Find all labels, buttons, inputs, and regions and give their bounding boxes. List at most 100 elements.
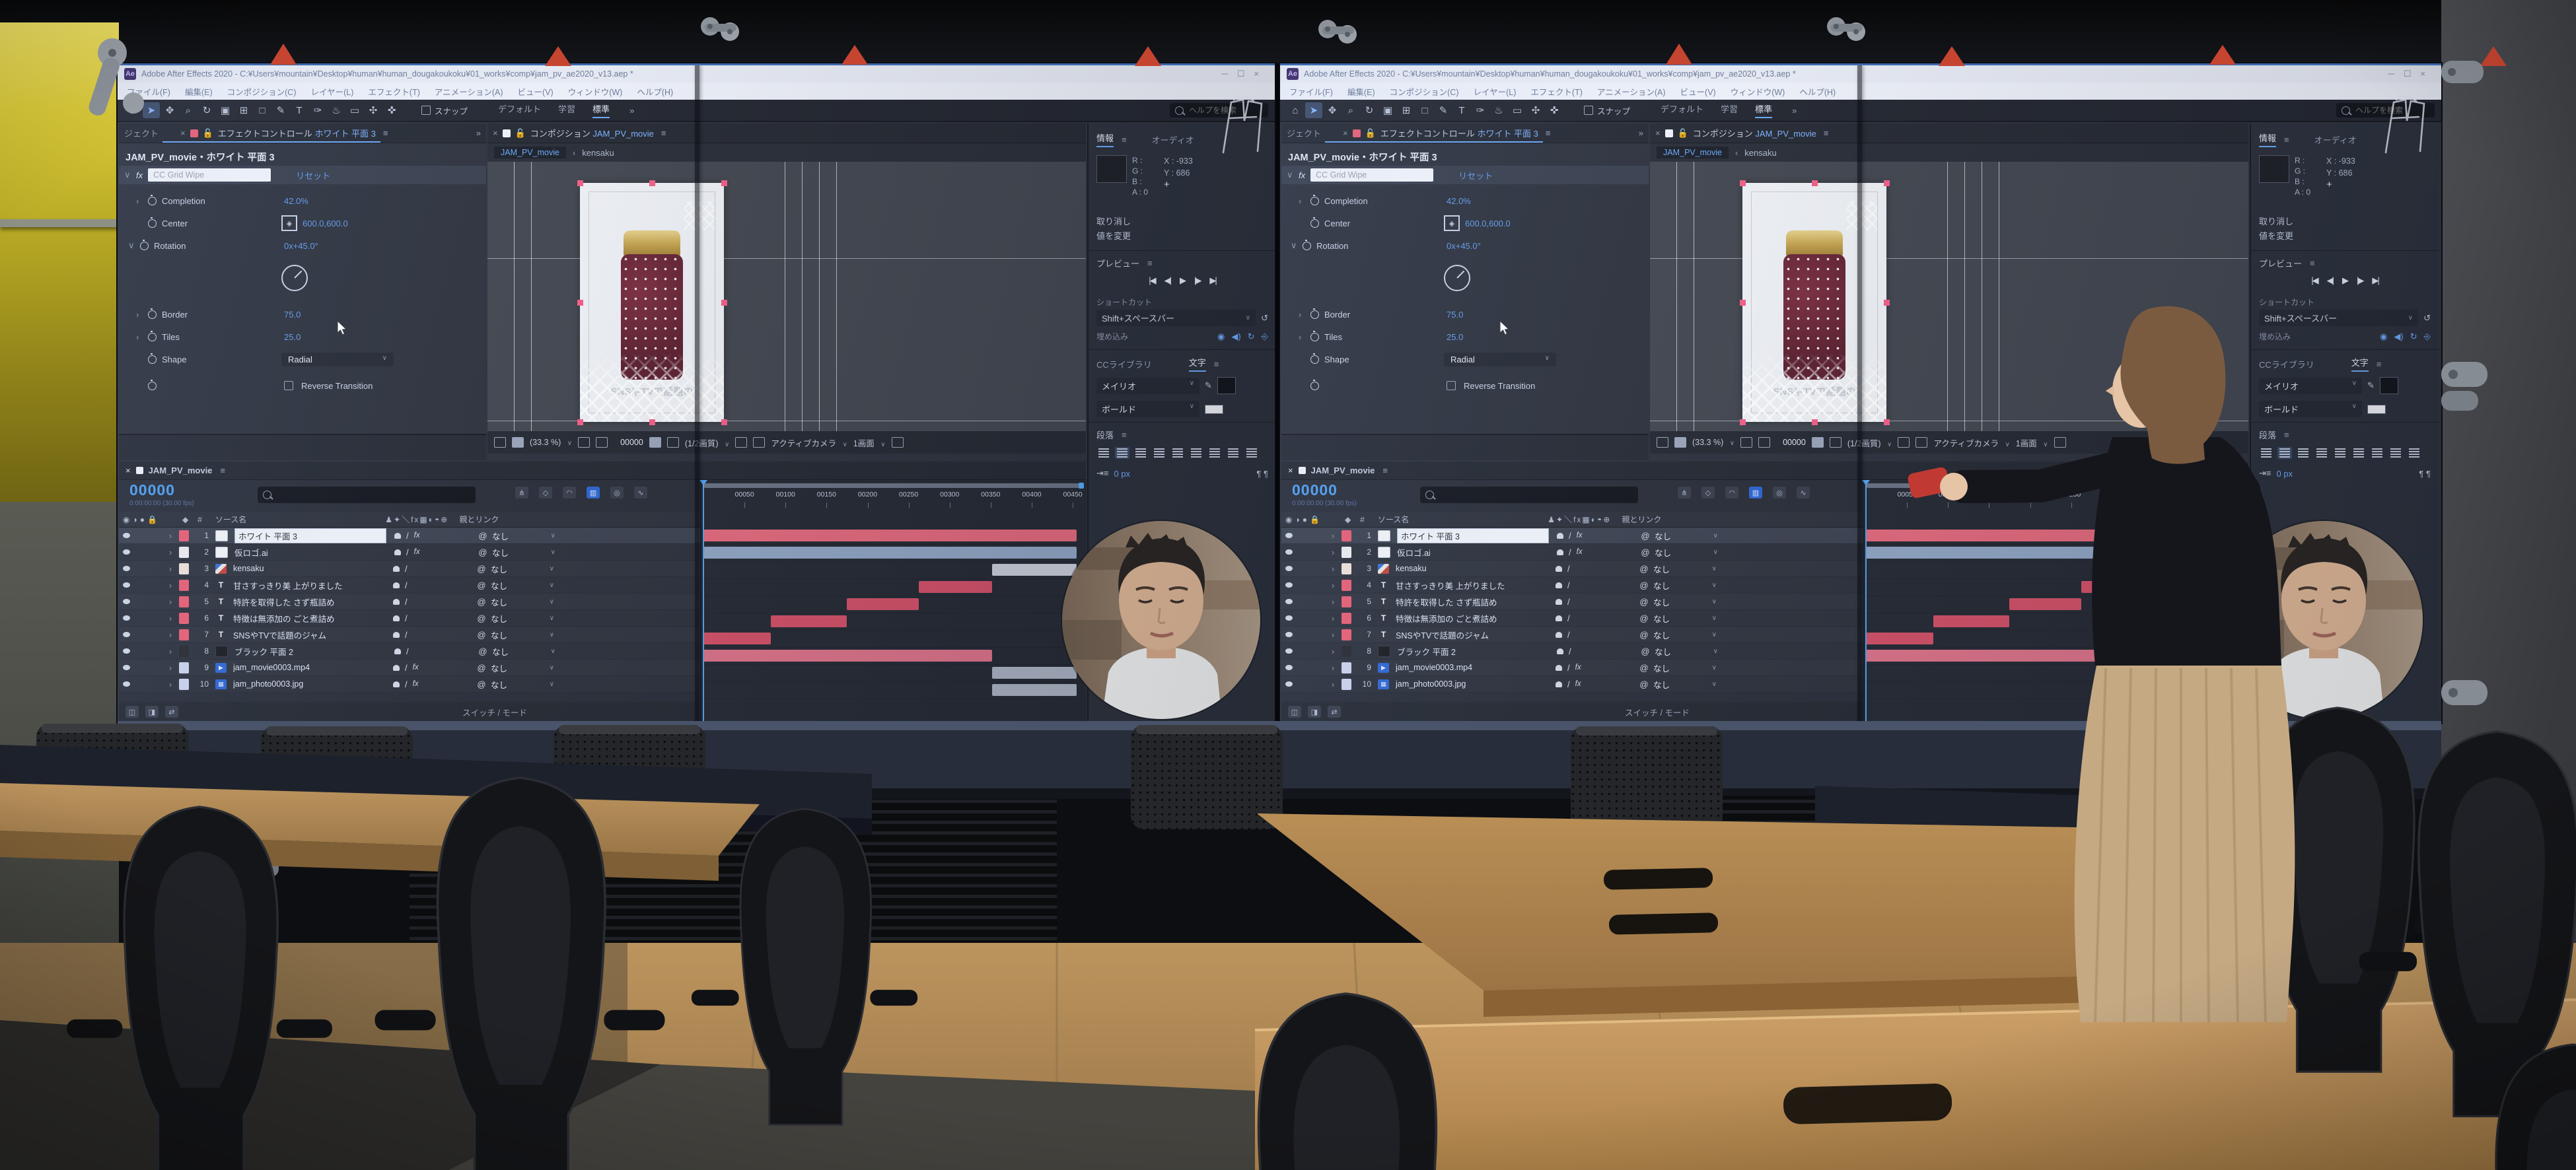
layer-expander[interactable]: › [1328,663,1338,673]
effect-name-field[interactable]: CC Grid Wipe [148,168,271,182]
font-style-dropdown[interactable]: ボールド∨ [1096,401,1199,417]
layer-row[interactable]: ›9▶jam_movie0003.mp4/fx@なし∨ [1281,660,1863,676]
menu-item[interactable]: エフェクト(T) [368,85,419,98]
layer-switches[interactable]: / [394,646,458,656]
source-name-column[interactable]: ソース名 [1378,514,1409,525]
layer-name[interactable]: jam_photo0003.jpg [1396,679,1548,689]
composition-mini-flowchart-icon[interactable]: ⋔ [515,487,528,499]
selection-handle[interactable] [1812,180,1818,186]
composition-viewer[interactable]: SNSやTVで話題の [487,162,1086,431]
comp-timecode[interactable]: 00000 [620,438,643,447]
motion-blur-icon[interactable]: ◎ [610,487,624,499]
audio-tab[interactable]: オーディオ [1152,133,1194,146]
effect-property-row[interactable]: ›Border75.0 [119,306,486,323]
hand-tool-icon[interactable]: ✥ [161,102,178,118]
layer-parent-select[interactable]: なし∨ [1655,546,1718,559]
layer-duration-bar[interactable] [2155,667,2239,679]
align-button[interactable] [1207,447,1222,459]
workspace-tab[interactable]: 標準 [592,102,610,118]
layer-row[interactable]: ›1ホワイト 平面 3/fx@なし∨ [119,528,700,544]
work-area-bar[interactable] [703,483,1083,488]
layer-row[interactable]: ›4T甘さすっきり美 上がりました/@なし∨ [119,577,700,594]
close-tab-icon[interactable]: × [1343,128,1348,138]
menu-item[interactable]: ファイル(F) [1289,85,1333,98]
layer-label-color[interactable] [1342,662,1351,673]
time-ruler-area[interactable]: 0005000100001500020000250003000035000400… [1863,480,2249,722]
rotation-dial[interactable] [1444,265,1470,291]
selection-tool-icon[interactable]: ➤ [1305,102,1322,118]
selection-handle[interactable] [721,180,727,186]
region-of-interest-icon[interactable] [1758,437,1770,448]
layer-expander[interactable]: › [166,564,175,574]
layer-row[interactable]: ›3kensaku/@なし∨ [119,561,700,577]
layer-row[interactable]: ›5T特許を取得した さず瓶詰め/@なし∨ [1281,594,1863,610]
close-tab-icon[interactable]: × [180,128,186,138]
layer-duration-bar[interactable] [703,547,1077,559]
selection-handle[interactable] [1740,300,1746,306]
layer-duration-bar[interactable] [703,530,1077,541]
pixel-aspect-icon[interactable] [753,437,765,448]
type-tool-icon[interactable]: T [1453,102,1470,118]
layer-duration-bar[interactable] [1866,530,2239,541]
type-tool-icon[interactable]: T [291,102,308,118]
rotate-tool-icon[interactable]: ↻ [198,102,215,118]
first-frame-icon[interactable]: |◀ [1149,275,1155,286]
layer-row[interactable]: ›6T特徴は無添加の ごと煮詰め/@なし∨ [119,610,700,627]
switches-modes-toggle[interactable]: スイッチ / モード [462,706,527,718]
project-panel-tab[interactable]: ジェクト [124,127,159,139]
menu-item[interactable]: ビュー(V) [1680,85,1716,98]
source-name-column[interactable]: ソース名 [215,514,246,525]
tab-overflow-chevron[interactable]: » [476,128,481,138]
breadcrumb-child[interactable]: kensaku [1744,148,1776,158]
layer-visibility-toggle[interactable] [1285,599,1293,604]
home-icon[interactable]: ⌂ [1287,102,1304,118]
layer-visibility-toggle[interactable] [123,615,130,621]
parent-pickwhip-icon[interactable]: @ [475,580,488,590]
snap-checkbox[interactable] [1584,106,1593,115]
fast-previews-icon[interactable] [892,437,904,448]
window-controls[interactable]: ─☐× [1222,69,1268,79]
align-button[interactable] [1189,447,1203,459]
rotation-dial[interactable] [281,265,308,291]
last-frame-icon[interactable]: ▶| [1209,275,1215,286]
close-tab-icon[interactable]: × [125,465,131,475]
panel-menu-icon[interactable]: ≡ [1122,135,1127,145]
align-button[interactable] [2333,447,2347,459]
layer-expander[interactable]: › [1328,580,1338,590]
zoom-level-dropdown[interactable]: (33.3 %) ∨ [1692,438,1735,447]
layer-expander[interactable]: › [166,613,175,623]
layer-switches[interactable]: / [1556,580,1619,590]
tab-overflow-chevron[interactable]: » [1639,128,1643,138]
layer-label-color[interactable] [179,613,189,624]
character-tab[interactable]: 文字 [2351,356,2369,372]
lock-icon[interactable]: 🔓 [515,128,526,139]
current-time-indicator[interactable] [1865,480,1867,722]
eye-icon[interactable]: ◉ [2380,331,2387,342]
layer-switches[interactable]: / [1556,564,1619,574]
layer-name[interactable]: jam_movie0003.mp4 [1396,663,1548,672]
align-button[interactable] [1170,447,1185,459]
close-tab-icon[interactable]: × [493,128,498,138]
expand-transfer-controls-icon[interactable]: ◨ [145,706,159,718]
layer-visibility-toggle[interactable] [123,665,130,670]
menu-item[interactable]: ウィンドウ(W) [1731,85,1785,98]
timeline-tab[interactable]: JAM_PV_movie [1311,465,1375,475]
layer-label-color[interactable] [1342,613,1351,624]
layer-row[interactable]: ›4T甘さすっきり美 上がりました/@なし∨ [1281,577,1863,594]
frame-blending-icon[interactable]: ▥ [1749,487,1762,499]
layer-expander[interactable]: › [1328,646,1338,656]
layer-duration-bar[interactable] [703,650,992,662]
menu-item[interactable]: 編集(E) [1347,85,1375,98]
parent-pickwhip-icon[interactable]: @ [475,663,488,673]
panel-menu-icon[interactable]: ≡ [2284,430,2289,440]
paragraph-direction-buttons[interactable]: ¶ ¶ [2419,469,2431,479]
align-button[interactable] [1133,447,1148,459]
snapshot-icon[interactable] [1812,437,1824,448]
layer-row[interactable]: ›2仮ロゴ.ai/fx@なし∨ [1281,544,1863,561]
layer-expander[interactable]: › [1328,613,1338,623]
stopwatch-icon[interactable] [1310,219,1319,228]
layer-duration-bar[interactable] [2155,684,2239,696]
layer-expander[interactable]: › [1328,564,1338,574]
selection-handle[interactable] [577,419,583,425]
effect-controls-tab[interactable]: エフェクトコントロール ホワイト 平面 3 [1380,127,1538,139]
